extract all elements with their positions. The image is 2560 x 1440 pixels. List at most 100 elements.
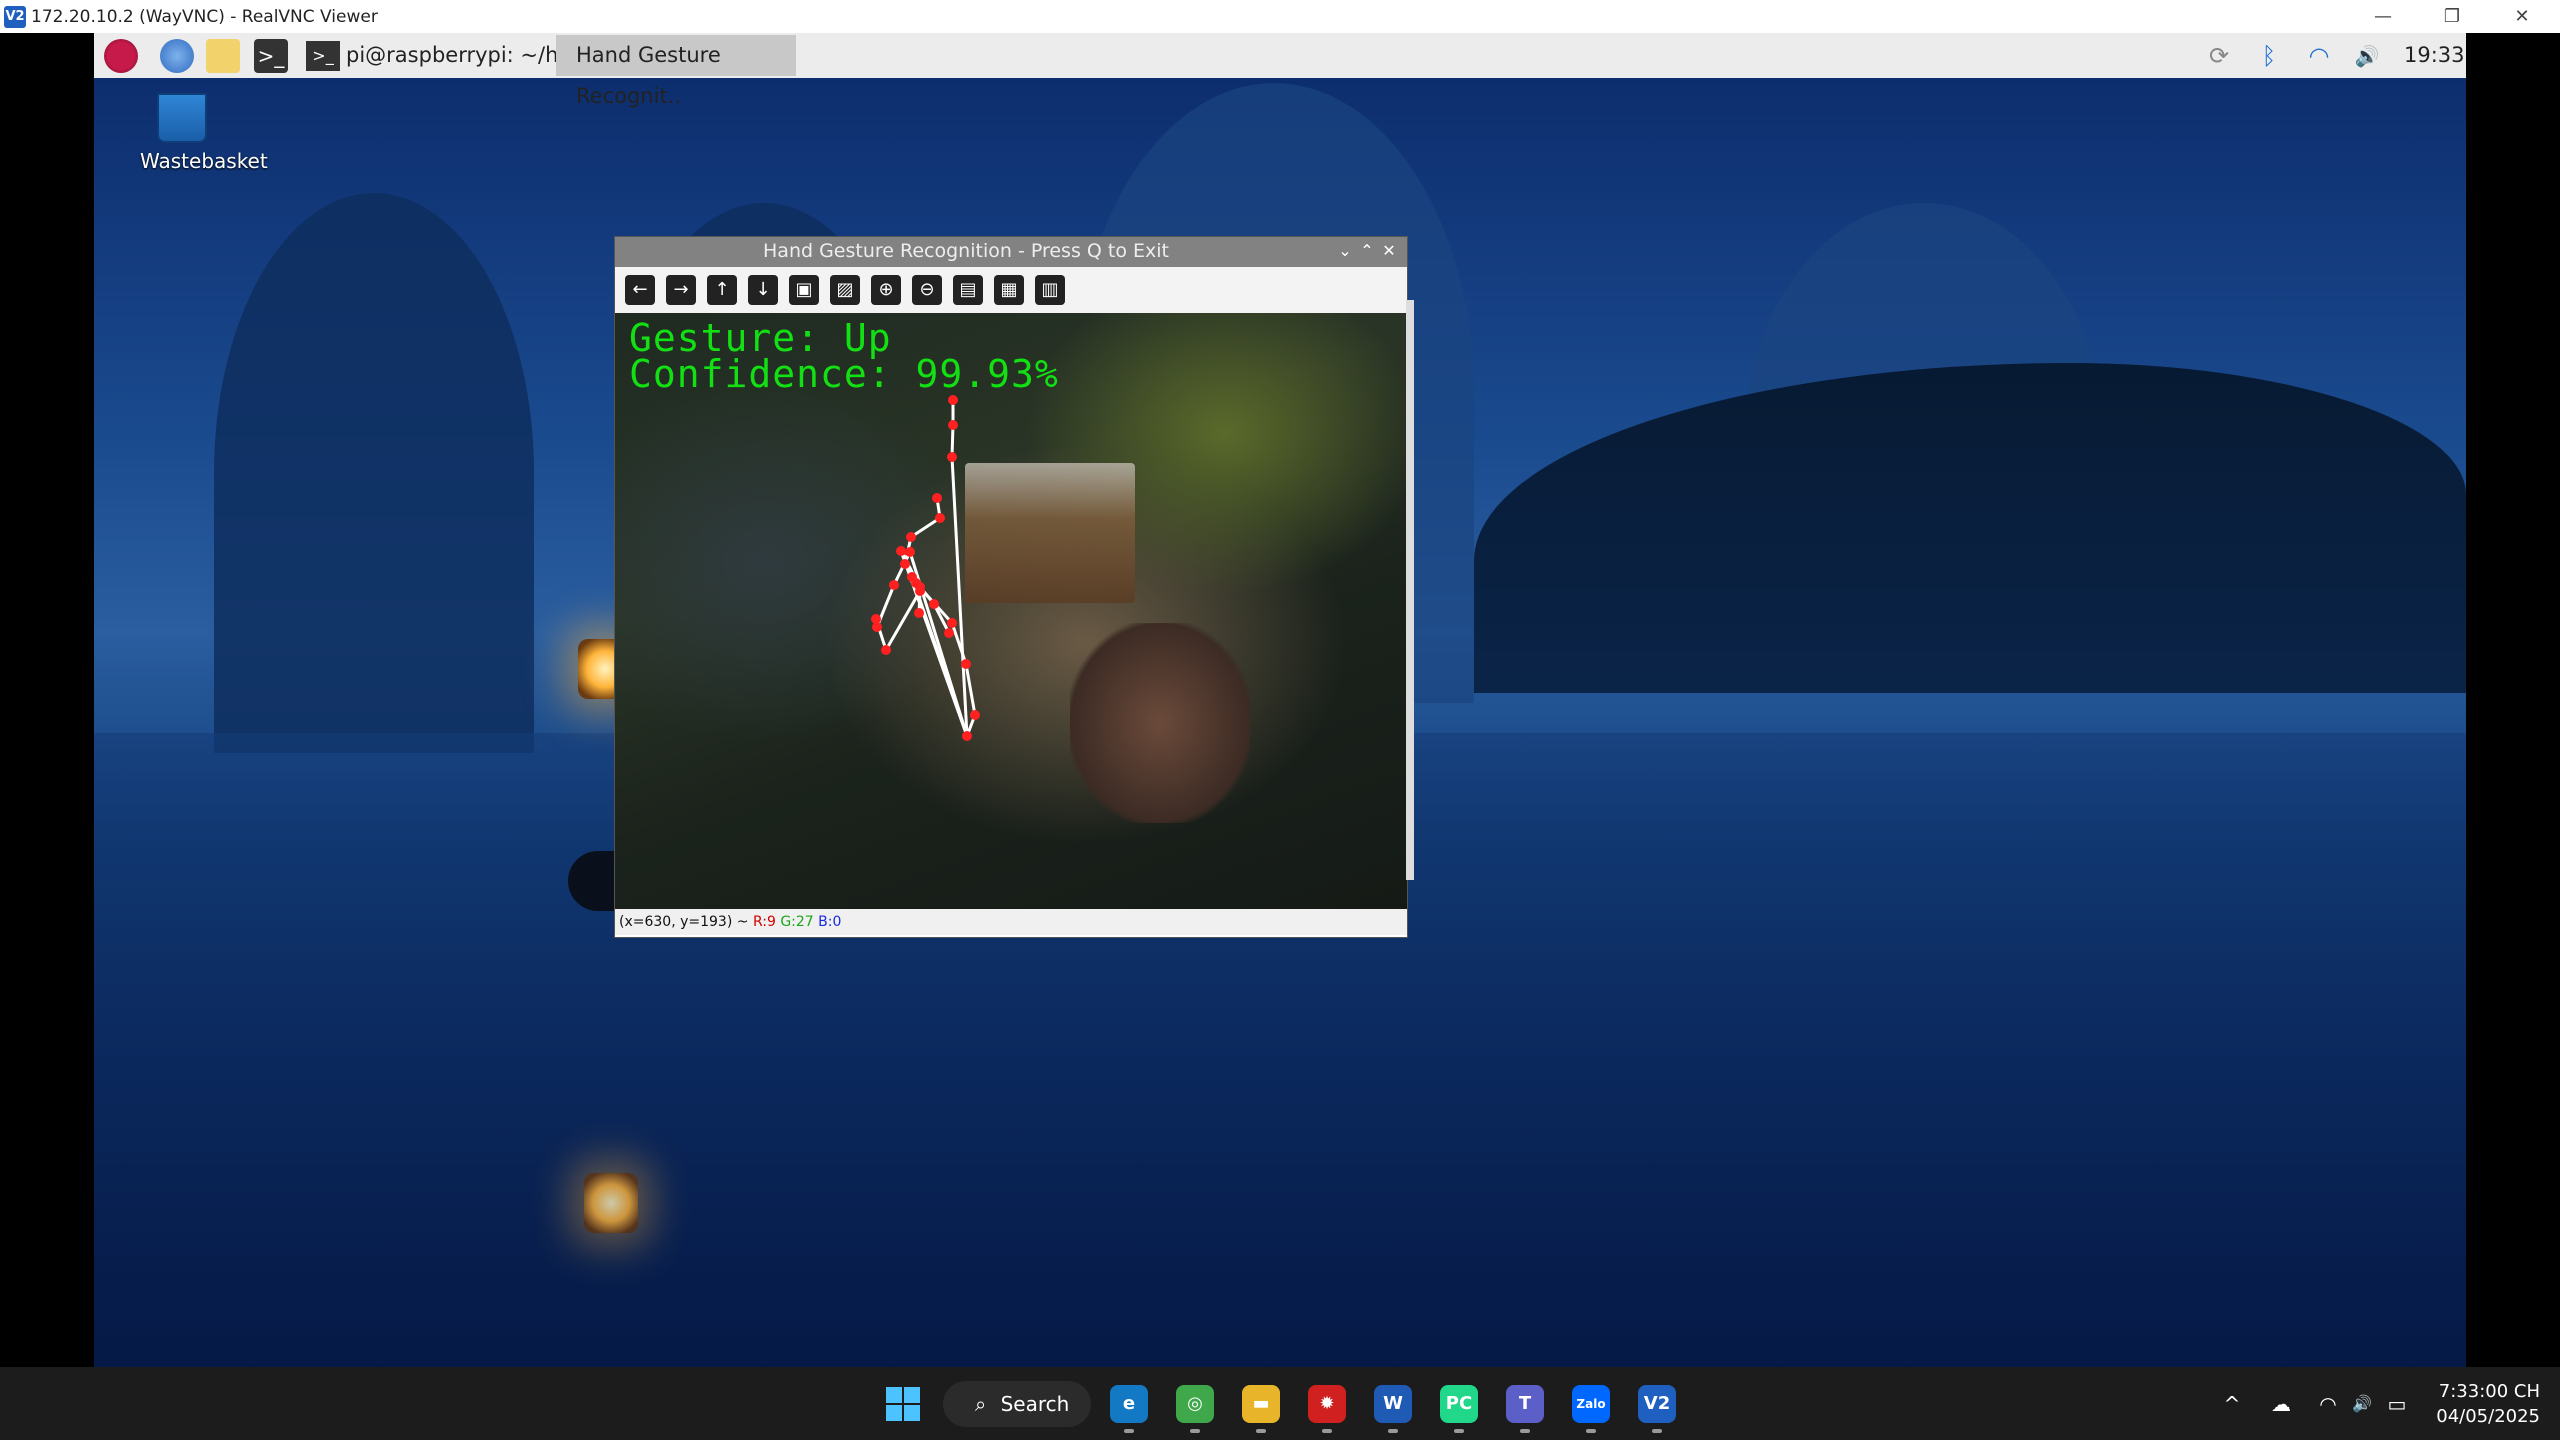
taskbar-clock[interactable]: 7:33:00 CH 04/05/2025	[2410, 1379, 2540, 1429]
wastebasket-label: Wastebasket	[140, 149, 268, 173]
hand-landmark	[881, 645, 891, 655]
close-button[interactable]: ✕	[1377, 239, 1401, 263]
pi-clock[interactable]: 19:33	[2404, 43, 2465, 67]
taskbar-item-gesture-window[interactable]: Hand Gesture Recognit..	[556, 35, 796, 108]
running-indicator	[1520, 1429, 1530, 1433]
hand-landmark	[905, 547, 915, 557]
terminal-icon: >_	[306, 41, 340, 71]
hand-landmark	[947, 452, 957, 462]
letterbox-right	[2466, 33, 2560, 1367]
minimize-button[interactable]: ⌄	[1333, 239, 1357, 263]
hand-landmark	[914, 608, 924, 618]
image-toolbar: ← → ↑ ↓ ▣ ▨ ⊕ ⊖ ▤ ▦ ▥	[615, 267, 1407, 313]
save-image-icon[interactable]: ▤	[953, 275, 983, 305]
raspberry-menu-icon[interactable]	[104, 39, 138, 73]
wastebasket-desktop-icon[interactable]: Wastebasket	[140, 93, 268, 173]
hand-landmark	[929, 599, 939, 609]
mountain	[214, 193, 534, 753]
running-indicator	[1586, 1429, 1596, 1433]
search-label: Search	[1000, 1392, 1070, 1416]
hand-landmark	[915, 586, 925, 596]
hand-landmark	[948, 420, 958, 430]
camera-frame[interactable]: Gesture: Up Confidence: 99.93%	[615, 313, 1407, 909]
wifi-icon[interactable]: ◠	[2304, 41, 2334, 71]
security-app-icon[interactable]: ✹	[1308, 1385, 1346, 1423]
edge-icon[interactable]: e	[1110, 1385, 1148, 1423]
pycharm-icon[interactable]: PC	[1440, 1385, 1478, 1423]
copy-image-icon[interactable]: ▦	[994, 275, 1024, 305]
hand-landmark	[948, 395, 958, 405]
onedrive-icon[interactable]: ☁	[2266, 1389, 2296, 1419]
hand-landmark	[907, 572, 917, 582]
running-indicator	[1124, 1429, 1134, 1433]
gesture-window-titlebar[interactable]: Hand Gesture Recognition - Press Q to Ex…	[615, 237, 1407, 267]
hand-landmark	[935, 513, 945, 523]
pan-up-icon[interactable]: ↑	[707, 275, 737, 305]
teams-icon[interactable]: T	[1506, 1385, 1544, 1423]
hand-landmark	[970, 710, 980, 720]
hand-landmark	[932, 493, 942, 503]
hand-landmark	[962, 731, 972, 741]
taskbar-item-label: pi@raspberrypi: ~/h..	[346, 43, 572, 67]
trash-icon	[157, 93, 207, 143]
hand-landmark	[889, 580, 899, 590]
pixel-status-bar: (x=630, y=193) ~ R:9 G:27 B:0	[615, 909, 1407, 935]
windows-start-icon[interactable]	[884, 1385, 922, 1423]
word-icon[interactable]: W	[1374, 1385, 1412, 1423]
cursor-position: (x=630, y=193) ~	[619, 914, 749, 930]
restore-button[interactable]: ❐	[2432, 4, 2472, 30]
skeleton-bone	[910, 516, 941, 539]
taskbar-item-label: Hand Gesture Recognit..	[576, 43, 721, 108]
hand-landmark	[900, 559, 910, 569]
pan-left-icon[interactable]: ←	[625, 275, 655, 305]
chrome-alt-icon[interactable]: ◎	[1176, 1385, 1214, 1423]
running-indicator	[1652, 1429, 1662, 1433]
skeleton-bone	[964, 663, 977, 716]
wifi-icon[interactable]: ◠	[2313, 1389, 2343, 1419]
zoom-in-icon[interactable]: ⊕	[871, 275, 901, 305]
clock-date: 04/05/2025	[2436, 1406, 2540, 1427]
sync-icon[interactable]: ⟳	[2204, 41, 2234, 71]
pixel-blue-value: B:0	[818, 914, 842, 930]
close-button[interactable]: ✕	[2502, 4, 2542, 30]
browser-icon[interactable]	[160, 39, 194, 73]
pan-down-icon[interactable]: ↓	[748, 275, 778, 305]
terminal-icon[interactable]: >_	[254, 39, 288, 73]
running-indicator	[1256, 1429, 1266, 1433]
file-manager-icon[interactable]	[206, 39, 240, 73]
gesture-window[interactable]: Hand Gesture Recognition - Press Q to Ex…	[614, 236, 1408, 938]
volume-icon[interactable]: 🔊	[2352, 41, 2382, 71]
battery-icon[interactable]: ▭	[2382, 1389, 2412, 1419]
zoom-original-icon[interactable]: ▣	[789, 275, 819, 305]
volume-icon[interactable]: 🔊	[2347, 1389, 2377, 1419]
clock-time: 7:33:00 CH	[2438, 1381, 2540, 1402]
maximize-button[interactable]: ⌃	[1355, 239, 1379, 263]
hand-landmark	[871, 614, 881, 624]
window-scrollbar[interactable]	[1406, 300, 1414, 880]
letterbox-left	[0, 33, 94, 1367]
realvnc-app-icon: V2	[4, 6, 26, 28]
chevron-up-icon[interactable]: ^	[2217, 1389, 2247, 1419]
lantern-reflection	[584, 1173, 638, 1233]
hand-landmark	[906, 532, 916, 542]
confidence-label: Confidence: 99.93%	[629, 352, 1059, 396]
zoom-fit-icon[interactable]: ▨	[830, 275, 860, 305]
pan-right-icon[interactable]: →	[666, 275, 696, 305]
file-explorer-icon[interactable]: ▬	[1242, 1385, 1280, 1423]
minimize-button[interactable]: —	[2363, 4, 2403, 30]
zalo-icon[interactable]: Zalo	[1572, 1385, 1610, 1423]
zoom-out-icon[interactable]: ⊖	[912, 275, 942, 305]
running-indicator	[1190, 1429, 1200, 1433]
running-indicator	[1322, 1429, 1332, 1433]
taskbar-search[interactable]: ⌕ Search	[943, 1381, 1091, 1427]
hand-landmark	[961, 659, 971, 669]
vnc-titlebar: V2 172.20.10.2 (WayVNC) - RealVNC Viewer…	[0, 0, 2560, 33]
bluetooth-icon[interactable]: ᛒ	[2254, 41, 2284, 71]
realvnc-icon[interactable]: V2	[1638, 1385, 1676, 1423]
properties-icon[interactable]: ▥	[1035, 275, 1065, 305]
gesture-window-title: Hand Gesture Recognition - Press Q to Ex…	[763, 240, 1169, 262]
windows-taskbar: ⌕ Search e ◎ ▬ ✹ W PC T Zalo V2 ^ ☁ ◠ 🔊 ▭ 7:33:0…	[0, 1367, 2560, 1440]
search-icon: ⌕	[975, 1392, 987, 1416]
vnc-window-title: 172.20.10.2 (WayVNC) - RealVNC Viewer	[31, 7, 378, 27]
hand-landmark	[944, 628, 954, 638]
